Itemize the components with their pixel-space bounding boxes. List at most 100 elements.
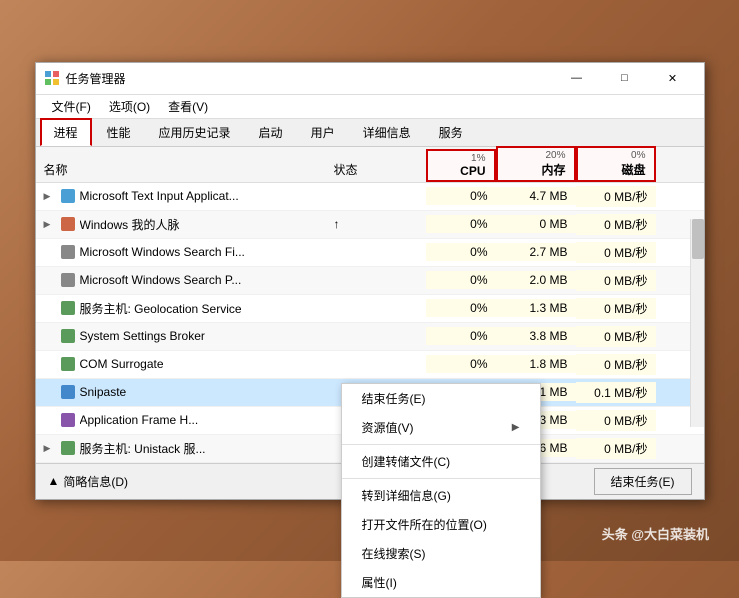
row-disk-cell: 0.1 MB/秒 xyxy=(576,382,656,403)
tab-bar: 进程 性能 应用历史记录 启动 用户 详细信息 服务 xyxy=(36,119,704,147)
submenu-arrow: ▶ xyxy=(512,422,520,433)
row-name-cell: Snipaste xyxy=(36,382,326,402)
status-info[interactable]: ▲ 简略信息(D) xyxy=(48,473,129,490)
row-status-cell xyxy=(326,278,426,282)
process-icon xyxy=(60,356,76,372)
tab-startup[interactable]: 启动 xyxy=(246,119,296,146)
process-name: 服务主机: Unistack 服... xyxy=(80,440,206,457)
row-cpu-cell: 0% xyxy=(426,299,496,317)
process-name: Microsoft Windows Search P... xyxy=(80,273,242,287)
row-name-cell: ▶ 服务主机: Unistack 服... xyxy=(36,438,326,459)
row-name-cell: COM Surrogate xyxy=(36,354,326,374)
window-controls: — □ ✕ xyxy=(554,62,696,94)
minimize-button[interactable]: — xyxy=(554,62,600,94)
row-name-cell: ▶ Windows 我的人脉 xyxy=(36,214,326,235)
process-icon xyxy=(60,384,76,400)
process-name: 服务主机: Geolocation Service xyxy=(80,300,242,317)
row-mem-cell: 2.0 MB xyxy=(496,271,576,289)
process-icon xyxy=(60,300,76,316)
row-disk-cell: 0 MB/秒 xyxy=(576,242,656,263)
title-bar: 任务管理器 — □ ✕ xyxy=(36,63,704,95)
table-row[interactable]: ▶ Windows 我的人脉 ↑ 0% 0 MB 0 MB/秒 xyxy=(36,211,704,239)
process-icon xyxy=(60,188,76,204)
process-name: System Settings Broker xyxy=(80,329,205,343)
context-menu-item[interactable]: 在线搜索(S) xyxy=(342,539,540,568)
menu-file[interactable]: 文件(F) xyxy=(44,96,99,117)
context-menu-item[interactable]: 资源值(V)▶ xyxy=(342,413,540,442)
row-status-cell xyxy=(326,194,426,198)
close-button[interactable]: ✕ xyxy=(650,62,696,94)
row-cpu-cell: 0% xyxy=(426,355,496,373)
row-cpu-cell: 0% xyxy=(426,271,496,289)
row-disk-cell: 0 MB/秒 xyxy=(576,410,656,431)
col-header-memory[interactable]: 20% 内存 xyxy=(496,146,576,182)
row-disk-cell: 0 MB/秒 xyxy=(576,214,656,235)
context-menu-item[interactable]: 属性(I) xyxy=(342,568,540,597)
status-label: 简略信息(D) xyxy=(63,473,128,490)
row-cpu-cell: 0% xyxy=(426,243,496,261)
table-row[interactable]: Microsoft Windows Search P... 0% 2.0 MB … xyxy=(36,267,704,295)
task-manager-window: 任务管理器 — □ ✕ 文件(F) 选项(O) 查看(V) 进程 性能 应用历史… xyxy=(35,62,705,500)
col-header-status[interactable]: 状态 xyxy=(326,157,426,182)
process-name: COM Surrogate xyxy=(80,357,164,371)
row-name-cell: Application Frame H... xyxy=(36,410,326,430)
tab-details[interactable]: 详细信息 xyxy=(350,119,424,146)
tab-process[interactable]: 进程 xyxy=(40,118,92,146)
process-name: Microsoft Windows Search Fi... xyxy=(80,245,245,259)
context-menu-item[interactable]: 转到详细信息(G) xyxy=(342,481,540,510)
process-icon xyxy=(60,272,76,288)
tab-users[interactable]: 用户 xyxy=(298,119,348,146)
row-disk-cell: 0 MB/秒 xyxy=(576,186,656,207)
row-disk-cell: 0 MB/秒 xyxy=(576,298,656,319)
process-icon xyxy=(60,440,76,456)
row-cpu-cell: 0% xyxy=(426,187,496,205)
table-row[interactable]: Microsoft Windows Search Fi... 0% 2.7 MB… xyxy=(36,239,704,267)
row-status-cell xyxy=(326,334,426,338)
row-name-cell: ▶ Microsoft Text Input Applicat... xyxy=(36,186,326,206)
process-name: Microsoft Text Input Applicat... xyxy=(80,189,239,203)
context-menu-item[interactable]: 结束任务(E) xyxy=(342,384,540,413)
table-row[interactable]: System Settings Broker 0% 3.8 MB 0 MB/秒 xyxy=(36,323,704,351)
process-name: Application Frame H... xyxy=(80,413,199,427)
context-menu: 结束任务(E) 资源值(V)▶ 创建转储文件(C) 转到详细信息(G)打开文件所在的位… xyxy=(341,383,541,598)
watermark: 头条 @大白菜装机 xyxy=(602,524,709,543)
col-header-disk[interactable]: 0% 磁盘 xyxy=(576,146,656,182)
row-status-cell xyxy=(326,362,426,366)
context-menu-item[interactable]: 打开文件所在的位置(O) xyxy=(342,510,540,539)
ctx-item-label: 结束任务(E) xyxy=(362,390,426,407)
menu-view[interactable]: 查看(V) xyxy=(160,96,216,117)
ctx-item-label: 创建转储文件(C) xyxy=(362,453,451,470)
maximize-button[interactable]: □ xyxy=(602,62,648,94)
tab-app-history[interactable]: 应用历史记录 xyxy=(146,119,244,146)
ctx-item-label: 属性(I) xyxy=(362,574,397,591)
process-icon xyxy=(60,244,76,260)
table-header: 名称 状态 1% CPU 20% 内存 0% 磁盘 xyxy=(36,147,704,183)
row-status-cell xyxy=(326,250,426,254)
row-name-cell: Microsoft Windows Search P... xyxy=(36,270,326,290)
process-icon xyxy=(60,328,76,344)
menu-options[interactable]: 选项(O) xyxy=(101,96,158,117)
context-menu-separator xyxy=(342,444,540,445)
table-row[interactable]: 服务主机: Geolocation Service 0% 1.3 MB 0 MB… xyxy=(36,295,704,323)
scrollbar[interactable] xyxy=(690,219,704,427)
row-mem-cell: 2.7 MB xyxy=(496,243,576,261)
tab-services[interactable]: 服务 xyxy=(426,119,476,146)
table-row[interactable]: COM Surrogate 0% 1.8 MB 0 MB/秒 xyxy=(36,351,704,379)
end-task-button[interactable]: 结束任务(E) xyxy=(594,468,692,495)
row-mem-cell: 1.8 MB xyxy=(496,355,576,373)
row-name-cell: 服务主机: Geolocation Service xyxy=(36,298,326,319)
table-row[interactable]: ▶ Microsoft Text Input Applicat... 0% 4.… xyxy=(36,183,704,211)
col-header-cpu[interactable]: 1% CPU xyxy=(426,149,496,182)
col-header-name[interactable]: 名称 xyxy=(36,157,326,182)
row-disk-cell: 0 MB/秒 xyxy=(576,270,656,291)
process-name: Windows 我的人脉 xyxy=(80,216,180,233)
process-icon xyxy=(60,216,76,232)
process-name: Snipaste xyxy=(80,385,127,399)
row-disk-cell: 0 MB/秒 xyxy=(576,438,656,459)
row-mem-cell: 0 MB xyxy=(496,215,576,233)
tab-performance[interactable]: 性能 xyxy=(94,119,144,146)
row-name-cell: System Settings Broker xyxy=(36,326,326,346)
row-mem-cell: 4.7 MB xyxy=(496,187,576,205)
context-menu-item[interactable]: 创建转储文件(C) xyxy=(342,447,540,476)
scroll-thumb[interactable] xyxy=(692,219,704,259)
